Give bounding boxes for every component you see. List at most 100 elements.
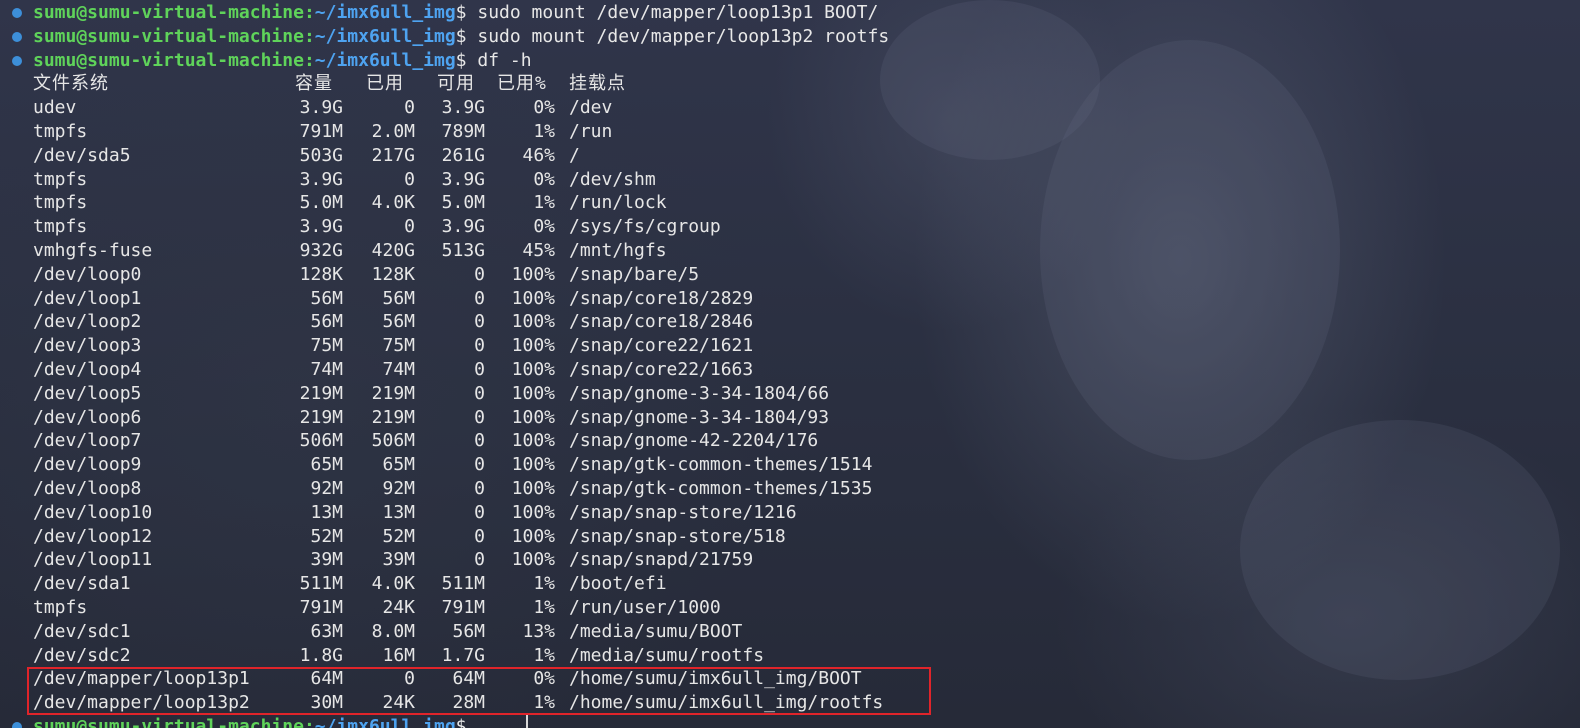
df-size: 1.8G: [299, 644, 343, 666]
df-avail: 0: [474, 311, 485, 333]
df-used: 92M: [382, 478, 415, 499]
df-size: 39M: [310, 549, 343, 571]
df-row: tmpfs 3.9G 0 3.9G 0% /sys/fs/cgroup: [33, 215, 1033, 239]
df-mountpoint: /snap/gtk-common-themes/1514: [569, 454, 873, 476]
df-row: tmpfs 791M 2.0M 789M 1% /run: [33, 120, 1033, 144]
df-mountpoint: /snap/snap-store/518: [569, 525, 786, 547]
df-filesystem: /dev/loop10: [33, 501, 153, 523]
df-avail: 3.9G: [441, 168, 485, 190]
command-text: df -h: [466, 49, 532, 71]
df-use-percent: 46%: [522, 144, 555, 166]
df-filesystem: tmpfs: [33, 168, 88, 190]
df-used: 8.0M: [371, 620, 415, 642]
prompt-user-host: sumu@sumu-virtual-machine: [33, 49, 304, 71]
prompt-line: sumu@sumu-virtual-machine:~/imx6ull_img$…: [33, 1, 878, 25]
df-header-use-pct: 已用%: [497, 73, 547, 95]
df-header-avail: 可用: [437, 73, 475, 95]
df-filesystem: /dev/loop6: [33, 406, 142, 428]
df-filesystem: /dev/loop4: [33, 359, 142, 380]
df-avail: 513G: [441, 240, 485, 261]
df-filesystem: /dev/loop3: [33, 335, 142, 357]
df-row: /dev/loop11 39M 39M 0 100% /snap/snapd/21759: [33, 548, 1033, 572]
prompt-user-host: sumu@sumu-virtual-machine: [33, 2, 304, 23]
df-size: 128K: [299, 263, 343, 285]
df-mountpoint: /run: [569, 121, 613, 142]
df-used: 0: [404, 168, 415, 190]
df-header-row: 文件系统 容量 已用 可用 已用% 挂载点: [33, 72, 1033, 96]
df-mountpoint: /snap/gtk-common-themes/1535: [569, 478, 873, 499]
df-avail: 3.9G: [441, 216, 485, 238]
df-size: 5.0M: [299, 192, 343, 214]
prompt-symbol: $: [455, 716, 467, 728]
df-use-percent: 100%: [511, 478, 555, 499]
df-used: 56M: [382, 287, 415, 309]
df-mountpoint: /media/sumu/BOOT: [569, 620, 743, 642]
df-avail: 0: [474, 478, 485, 499]
prompt-symbol: $: [455, 2, 467, 23]
df-avail: 0: [474, 454, 485, 476]
df-used: 217G: [371, 144, 415, 166]
df-use-percent: 1%: [533, 597, 555, 618]
df-filesystem: /dev/sdc2: [33, 644, 131, 666]
df-filesystem: /dev/loop1: [33, 287, 142, 309]
df-mountpoint: /run/lock: [569, 192, 667, 214]
df-use-percent: 0%: [533, 168, 555, 190]
df-use-percent: 100%: [511, 549, 555, 571]
df-avail: 791M: [441, 597, 485, 618]
prompt-line-current: sumu@sumu-virtual-machine:~/imx6ull_img$: [33, 715, 467, 728]
prompt-path: ~/imx6ull_img: [314, 716, 456, 728]
df-use-percent: 0%: [533, 97, 555, 119]
df-mountpoint: /sys/fs/cgroup: [569, 216, 721, 238]
df-avail: 0: [474, 525, 485, 547]
df-avail: 5.0M: [441, 192, 485, 214]
command-text: sudo mount /dev/mapper/loop13p1 BOOT/: [466, 2, 879, 23]
text-cursor: [526, 714, 528, 728]
df-used: 219M: [371, 406, 415, 428]
df-avail: 0: [474, 287, 485, 309]
df-row: /dev/loop12 52M 52M 0 100% /snap/snap-store/5…: [33, 525, 1033, 549]
df-row: tmpfs 791M 24K 791M 1% /run/user/1000: [33, 596, 1033, 620]
df-mountpoint: /dev/shm: [569, 168, 656, 190]
df-row: /dev/sda1 511M 4.0K 511M 1% /boot/efi: [33, 572, 1033, 596]
df-size: 503G: [299, 144, 343, 166]
df-use-percent: 100%: [511, 287, 555, 309]
df-row: /dev/loop7 506M 506M 0 100% /snap/gnome-42-22…: [33, 429, 1033, 453]
df-size: 791M: [299, 597, 343, 618]
df-use-percent: 1%: [533, 192, 555, 214]
df-row: /dev/loop1 56M 56M 0 100% /snap/core18/2829: [33, 287, 1033, 311]
df-size: 219M: [299, 382, 343, 404]
df-use-percent: 100%: [511, 454, 555, 476]
df-row: /dev/sda5 503G 217G 261G 46% /: [33, 144, 1033, 168]
prompt-path: ~/imx6ull_img: [314, 2, 456, 23]
df-row: /dev/loop10 13M 13M 0 100% /snap/snap-store/1…: [33, 501, 1033, 525]
df-size: 65M: [310, 454, 343, 476]
df-used: 75M: [382, 335, 415, 357]
df-mountpoint: /snap/core18/2846: [569, 311, 754, 333]
df-header-filesystem: 文件系统: [33, 73, 109, 95]
df-row: /dev/loop8 92M 92M 0 100% /snap/gtk-common-th…: [33, 477, 1033, 501]
df-use-percent: 100%: [511, 359, 555, 380]
df-mountpoint: /snap/bare/5: [569, 263, 700, 285]
df-use-percent: 1%: [533, 644, 555, 666]
df-filesystem: tmpfs: [33, 597, 88, 618]
df-row: /dev/sdc2 1.8G 16M 1.7G 1% /media/sumu/rootfs: [33, 644, 1033, 668]
df-use-percent: 100%: [511, 406, 555, 428]
df-mountpoint: /snap/snapd/21759: [569, 549, 754, 571]
prompt-line: sumu@sumu-virtual-machine:~/imx6ull_img$…: [33, 25, 889, 49]
df-filesystem: /dev/loop11: [33, 549, 153, 571]
df-filesystem: tmpfs: [33, 216, 88, 238]
prompt-status-dot: [12, 8, 22, 18]
df-use-percent: 100%: [511, 263, 555, 285]
df-row: udev 3.9G 0 3.9G 0% /dev: [33, 96, 1033, 120]
df-avail: 56M: [452, 620, 485, 642]
df-header-mount: 挂载点: [569, 73, 626, 95]
df-used: 65M: [382, 454, 415, 476]
df-row: /dev/loop4 74M 74M 0 100% /snap/core22/1663: [33, 358, 1033, 382]
df-row: /dev/sdc1 63M 8.0M 56M 13% /media/sumu/BOOT: [33, 620, 1033, 644]
df-use-percent: 45%: [522, 240, 555, 261]
df-used: 0: [404, 216, 415, 238]
df-mountpoint: /media/sumu/rootfs: [569, 644, 765, 666]
df-filesystem: udev: [33, 97, 77, 119]
terminal-output[interactable]: sumu@sumu-virtual-machine:~/imx6ull_img$…: [0, 0, 1580, 728]
df-mountpoint: /mnt/hgfs: [569, 240, 667, 261]
